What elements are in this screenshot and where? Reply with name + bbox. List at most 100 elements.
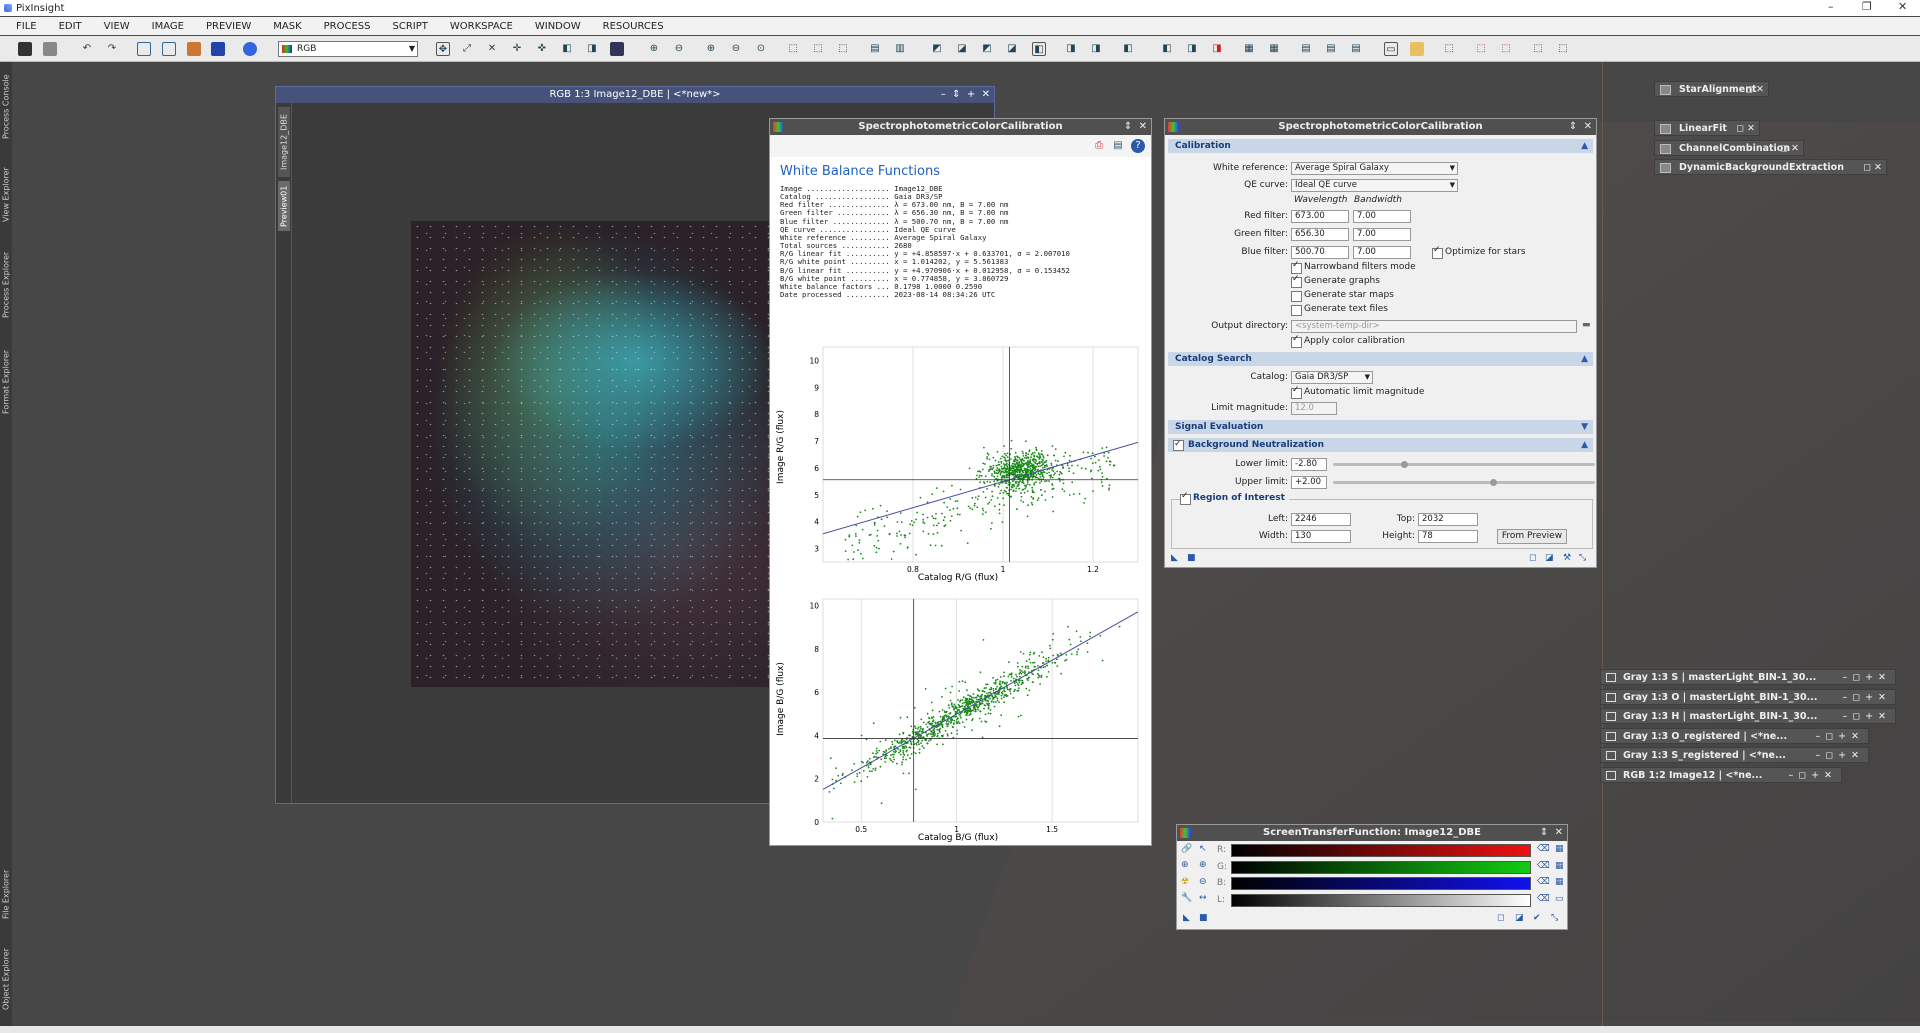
tab-process-explorer[interactable]: Process Explorer [0, 237, 12, 332]
zoom-mode-icon[interactable]: ⤢ [460, 42, 474, 56]
section-catalog-search[interactable]: Catalog Search ▲ [1168, 352, 1593, 366]
menu-image[interactable]: IMAGE [152, 21, 184, 32]
zoom-in-icon[interactable]: ⊕ [647, 42, 661, 56]
nebula-image[interactable] [411, 221, 771, 687]
shaded-window-buttons[interactable]: –◻+✕ [1842, 709, 1891, 725]
close-icon[interactable]: ✕ [1898, 0, 1907, 13]
slider-handle[interactable] [1401, 461, 1409, 468]
preview-right-icon[interactable]: ◨ [585, 42, 599, 56]
roi-height-input[interactable]: 78 [1418, 530, 1478, 543]
red-bandwidth-input[interactable]: 7.00 [1353, 210, 1411, 223]
tab-preview01[interactable]: Preview01 [278, 181, 290, 231]
reset-icon[interactable]: ⚒ [1563, 553, 1571, 563]
pdf-export-icon[interactable]: ⎙ [1092, 139, 1106, 153]
spcc-titlebar[interactable]: SpectrophotometricColorCalibration ⇕ ✕ [1165, 119, 1596, 135]
section-signal-evaluation[interactable]: Signal Evaluation ▼ [1168, 420, 1593, 434]
display-icon[interactable]: ▭ [1555, 894, 1564, 904]
blue-bandwidth-input[interactable]: 7.00 [1353, 246, 1411, 259]
lower-limit-slider[interactable] [1333, 461, 1595, 468]
apply-global-icon[interactable]: ■ [1199, 913, 1208, 923]
catalog-select[interactable]: Gaia DR3/SP ▼ [1291, 371, 1373, 384]
auto-stretch-icon[interactable]: ☢ [1181, 877, 1189, 887]
luminance-stf-bar[interactable] [1231, 894, 1531, 907]
roi-left-input[interactable]: 2246 [1291, 513, 1351, 526]
section-background-neutralization[interactable]: Background Neutralization ▲ [1168, 437, 1593, 452]
graph-window[interactable]: SpectrophotometricColorCalibration ⇕ ✕ ⎙… [769, 118, 1152, 846]
generate-star-maps-checkbox[interactable]: Generate star maps [1291, 290, 1394, 302]
mask-icon[interactable] [187, 42, 201, 56]
tool-c-icon[interactable]: ◩ [980, 42, 994, 56]
graph-window-buttons[interactable]: ⇕ ✕ [1124, 119, 1147, 135]
image-icon[interactable] [1410, 42, 1424, 56]
tool-d-icon[interactable]: ◪ [1005, 42, 1019, 56]
link-channels-icon[interactable]: 🔗 [1181, 844, 1192, 854]
mask-enable-icon[interactable] [211, 42, 225, 56]
channel-combo[interactable]: RGB ▼ [278, 41, 418, 57]
tab-format-explorer[interactable]: Format Explorer [0, 337, 12, 427]
zoom-reset-icon[interactable]: ⊙ [754, 42, 768, 56]
section-calibration[interactable]: Calibration ▲ [1168, 139, 1593, 153]
minimize-icon[interactable]: – [1828, 0, 1834, 13]
region-of-interest-checkbox[interactable]: Region of Interest [1180, 491, 1289, 505]
reset-channel-icon[interactable]: ⌫ [1537, 894, 1550, 904]
roi-width-input[interactable]: 130 [1291, 530, 1351, 543]
shaded-window[interactable]: Gray 1:3 O_registered | <*ne... –◻+✕ [1600, 728, 1869, 744]
process-icon-buttons[interactable]: ◻ ✕ [1780, 141, 1799, 157]
zoom-in-icon[interactable]: ⊕ [1199, 860, 1207, 870]
redo-icon[interactable]: ↷ [105, 42, 119, 56]
stf-icon[interactable]: ▤ [868, 42, 882, 56]
new-instance-icon[interactable]: ◣ [1171, 553, 1178, 563]
zoom-in-icon[interactable]: ⊕ [1181, 860, 1189, 870]
readout-icon[interactable] [610, 42, 624, 56]
shaded-window[interactable]: Gray 1:3 O | masterLight_BIN-1_30... –◻+✕ [1600, 689, 1896, 705]
shaded-window[interactable]: Gray 1:3 S | masterLight_BIN-1_30... –◻+✕ [1600, 669, 1896, 685]
menu-window[interactable]: WINDOW [535, 21, 581, 32]
window-b-icon[interactable]: ⬚ [1474, 42, 1488, 56]
tool-h-icon[interactable]: ◧ [1121, 42, 1135, 56]
preview-left-icon[interactable]: ◧ [560, 42, 574, 56]
green-bandwidth-input[interactable]: 7.00 [1353, 228, 1411, 241]
lower-limit-input[interactable]: -2.80 [1291, 458, 1327, 471]
new-image-icon[interactable] [18, 42, 32, 56]
track-view-icon[interactable]: ◪ [1515, 913, 1524, 923]
history-icon[interactable] [162, 42, 176, 56]
zoom-out-icon[interactable]: ⊖ [672, 42, 686, 56]
duplicate-icon[interactable] [137, 42, 151, 56]
window-c-icon[interactable]: ⬚ [1499, 42, 1513, 56]
limit-magnitude-input[interactable]: 12.0 [1291, 402, 1337, 415]
tab-view-explorer[interactable]: View Explorer [0, 157, 12, 232]
blue-stf-bar[interactable] [1231, 877, 1531, 890]
layout-a-icon[interactable]: ▦ [1242, 42, 1256, 56]
tab-object-explorer[interactable]: Object Explorer [0, 937, 12, 1022]
help-icon[interactable]: ? [1131, 139, 1145, 153]
edit-mode-icon[interactable]: ↖ [1199, 844, 1207, 854]
browse-doc-icon[interactable]: ◻ [1529, 553, 1536, 563]
resize-icon[interactable]: ⤡ [1579, 553, 1586, 563]
preview-delete-icon[interactable]: ⬚ [811, 42, 825, 56]
process-icon-buttons[interactable]: ◻ ✕ [1736, 121, 1755, 137]
process-icon-dbe[interactable]: DynamicBackgroundExtraction ◻ ✕ [1654, 159, 1887, 175]
tool-i-icon[interactable]: ◧ [1160, 42, 1174, 56]
shaded-window-buttons[interactable]: –◻+✕ [1842, 690, 1891, 706]
grid-icon[interactable]: ▦ [1555, 877, 1564, 887]
image-window-titlebar[interactable]: RGB 1:3 Image12_DBE | <*new*> – ⇕ + ✕ [276, 87, 994, 103]
pan-mode-icon[interactable]: ✥ [436, 42, 450, 56]
stf-titlebar[interactable]: ScreenTransferFunction: Image12_DBE ⇕ ✕ [1177, 825, 1567, 841]
grid-icon[interactable]: ▦ [1555, 844, 1564, 854]
stf-window[interactable]: ScreenTransferFunction: Image12_DBE ⇕ ✕ … [1176, 824, 1568, 930]
reset-channel-icon[interactable]: ⌫ [1537, 844, 1550, 854]
auto-limit-magnitude-checkbox[interactable]: Automatic limit magnitude [1291, 385, 1424, 399]
red-wavelength-input[interactable]: 673.00 [1291, 210, 1349, 223]
shaded-window-buttons[interactable]: –◻+✕ [1815, 748, 1864, 764]
fit-icon[interactable]: ✕ [485, 42, 499, 56]
generate-graphs-checkbox[interactable]: Generate graphs [1291, 274, 1380, 288]
wrench-icon[interactable]: 🔧 [1181, 893, 1192, 903]
menu-edit[interactable]: EDIT [59, 21, 82, 32]
tool-b-icon[interactable]: ◪ [955, 42, 969, 56]
menu-mask[interactable]: MASK [273, 21, 301, 32]
green-wavelength-input[interactable]: 656.30 [1291, 228, 1349, 241]
zoom-fit-icon[interactable]: ⊖ [729, 42, 743, 56]
menu-preview[interactable]: PREVIEW [206, 21, 251, 32]
stf-auto-icon[interactable]: ▥ [893, 42, 907, 56]
resize-icon[interactable]: ⤡ [1551, 913, 1558, 923]
